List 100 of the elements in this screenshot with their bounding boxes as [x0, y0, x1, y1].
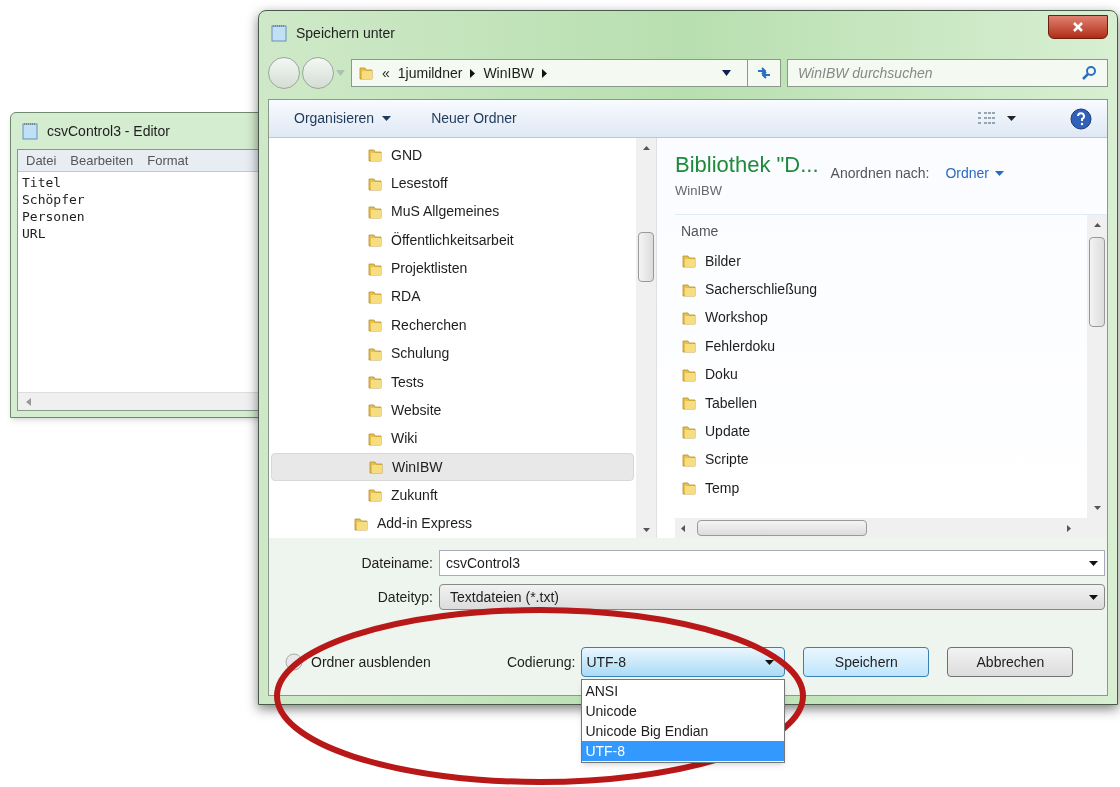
dropdown-caret-icon [722, 70, 731, 76]
folder-item[interactable]: Update [675, 417, 1087, 446]
close-button[interactable] [1048, 15, 1108, 39]
field-label: Codierung: [506, 652, 576, 672]
folder-icon [358, 65, 374, 81]
scroll-down-icon [1093, 506, 1101, 510]
list-view-icon [977, 110, 997, 127]
folder-tree-item[interactable]: Öffentlichkeitsarbeit [271, 226, 634, 255]
library-title: Bibliothek "D... [675, 151, 819, 179]
vertical-scrollbar[interactable] [636, 138, 656, 538]
organize-menu-button[interactable]: Organisieren [294, 108, 392, 129]
dropdown-option[interactable]: Unicode Big Endian [582, 721, 785, 741]
folder-icon [681, 281, 697, 298]
text-line: URL [22, 225, 47, 242]
folder-tree-item[interactable]: WinIBW [271, 452, 634, 482]
save-button[interactable]: Speichern [803, 647, 930, 677]
breadcrumb-item[interactable]: 1jumildner [397, 62, 463, 84]
field-label: Dateiname: [360, 553, 433, 573]
folder-tree-item[interactable]: Projektlisten [271, 254, 634, 283]
help-icon[interactable] [1070, 107, 1092, 130]
forward-button[interactable] [302, 57, 334, 89]
folder-tree-item[interactable]: RDA [271, 282, 634, 312]
cancel-button[interactable]: Abbrechen [947, 647, 1074, 677]
menu-item[interactable]: Bearbeiten [70, 150, 134, 171]
folder-icon [681, 451, 697, 468]
folder-icon [367, 374, 383, 391]
caret-icon [1089, 594, 1098, 600]
field-label: Dateityp: [376, 587, 433, 607]
search-icon [1081, 65, 1097, 81]
folder-icon [367, 402, 383, 419]
new-folder-button[interactable]: Neuer Ordner [431, 108, 517, 129]
breadcrumb-item[interactable]: « [382, 62, 390, 84]
scroll-left-icon [681, 524, 685, 532]
scrollbar-thumb[interactable] [697, 520, 867, 536]
menu-item[interactable]: Format [147, 150, 189, 171]
folder-tree-item[interactable]: Recherchen [271, 311, 634, 340]
folder-item[interactable]: Bilder [675, 247, 1087, 276]
caret-icon [382, 116, 392, 121]
caret-icon [336, 70, 345, 76]
breadcrumb-item[interactable]: WinIBW [483, 62, 534, 84]
folder-icon [681, 253, 697, 270]
address-bar[interactable]: « 1jumildner WinIBW [351, 59, 781, 87]
folder-item[interactable]: Doku [675, 360, 1087, 389]
encoding-dropdown[interactable]: UTF-8 [581, 647, 786, 677]
dropdown-option[interactable]: ANSI [582, 681, 785, 701]
folder-icon [367, 260, 383, 277]
refresh-icon [756, 66, 772, 80]
column-header[interactable]: Name [675, 215, 1087, 247]
folder-tree-item[interactable]: Tests [271, 367, 634, 397]
folder-icon [367, 317, 383, 334]
dropdown-option[interactable]: Unicode [582, 701, 785, 721]
folder-tree-item[interactable]: Add-in Express [271, 509, 634, 539]
folder-icon [367, 147, 383, 164]
notepad-icon [270, 24, 288, 42]
folder-tree-item[interactable]: Lesestoff [271, 169, 634, 198]
menu-item[interactable]: Datei [26, 150, 57, 171]
folder-item[interactable]: Fehlerdoku [675, 332, 1087, 361]
folder-tree-item[interactable]: Zukunft [271, 481, 634, 510]
filetype-dropdown[interactable]: Textdateien (*.txt) [439, 584, 1105, 610]
folder-item[interactable]: Sacherschließung [675, 275, 1087, 304]
folder-item[interactable]: Scripte [675, 445, 1087, 475]
folder-item[interactable]: Temp [675, 474, 1087, 503]
search-box[interactable]: WinIBW durchsuchen [787, 59, 1108, 87]
scrollbar-thumb[interactable] [1089, 237, 1105, 327]
folder-tree-item[interactable]: Wiki [271, 424, 634, 453]
chevron-icon [541, 68, 547, 78]
chevron-icon [470, 68, 476, 78]
folder-tree-item[interactable]: MuS Allgemeines [271, 197, 634, 227]
caret-icon [995, 171, 1004, 176]
folder-tree-item[interactable]: Website [271, 396, 634, 425]
back-button[interactable] [268, 57, 300, 89]
text-line: Personen [22, 208, 86, 225]
folder-item[interactable]: Tabellen [675, 388, 1087, 418]
folder-tree-item[interactable]: GND [271, 141, 634, 170]
folder-icon [367, 345, 383, 362]
notepad-icon [21, 122, 39, 140]
scroll-up-icon [1093, 223, 1101, 227]
library-subtitle: WinIBW [675, 182, 723, 200]
window-title: csvControl3 - Editor [47, 121, 170, 141]
folder-icon [367, 203, 383, 220]
filename-field[interactable]: csvControl3 [439, 550, 1105, 576]
hide-folders-toggle[interactable]: Ordner ausblenden [285, 651, 431, 673]
caret-icon [1007, 116, 1016, 121]
caret-icon [765, 659, 775, 665]
folder-icon [681, 366, 697, 383]
search-input[interactable]: WinIBW durchsuchen [798, 62, 1081, 84]
scrollbar-thumb[interactable] [638, 232, 654, 282]
scroll-left-icon [26, 397, 32, 406]
view-options-button[interactable] [977, 110, 1016, 127]
folder-icon [353, 515, 369, 532]
folder-icon [367, 175, 383, 192]
folder-icon [367, 232, 383, 249]
close-icon [1072, 21, 1084, 33]
folder-icon [681, 480, 697, 497]
scroll-up-icon [642, 146, 650, 150]
arrange-dropdown[interactable]: Ordner [945, 163, 1004, 184]
folder-icon [681, 309, 697, 326]
folder-tree-item[interactable]: Schulung [271, 339, 634, 368]
folder-item[interactable]: Workshop [675, 303, 1087, 333]
arrange-label: Anordnen nach: [830, 164, 930, 183]
